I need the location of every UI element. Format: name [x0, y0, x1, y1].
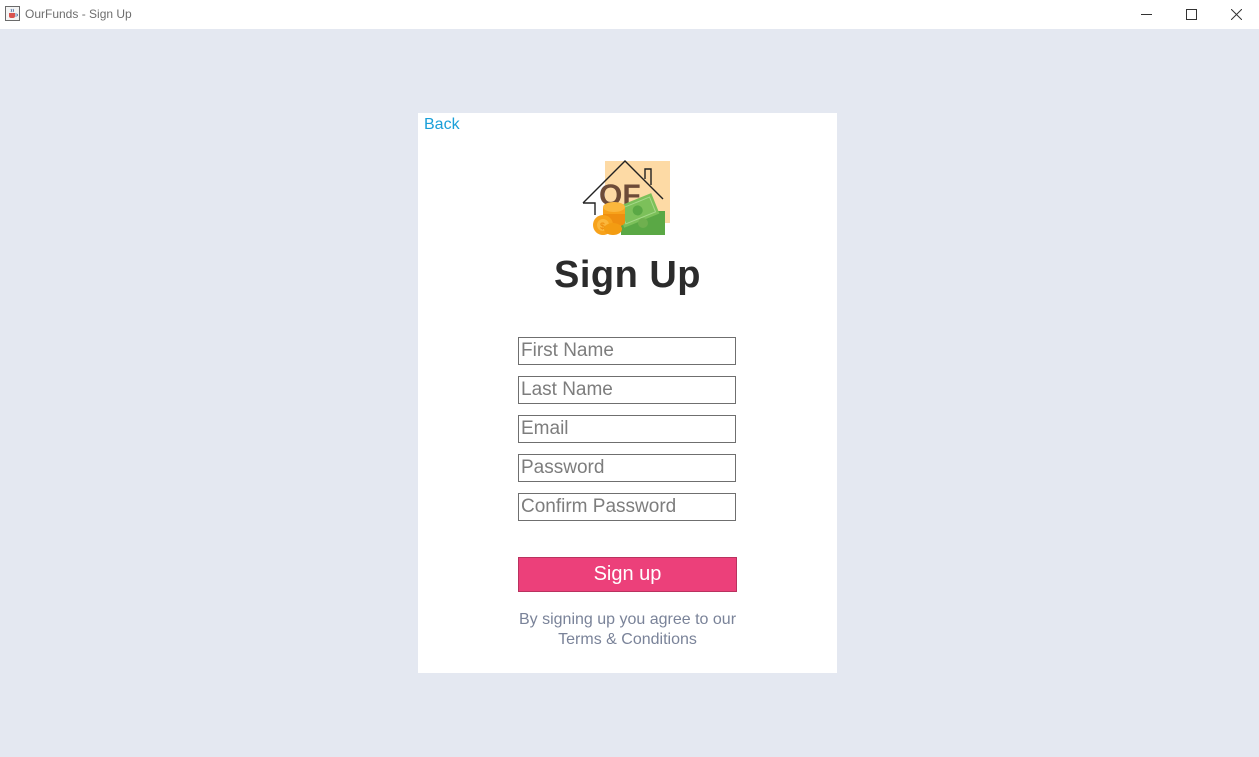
terms-notice: By signing up you agree to our Terms & C…: [418, 610, 837, 650]
password-field[interactable]: [518, 454, 736, 482]
java-cup-icon: [5, 6, 20, 21]
last-name-field[interactable]: [518, 376, 736, 404]
house-money-logo: OF $: [581, 159, 673, 239]
page-title: Sign Up: [553, 254, 702, 296]
terms-conditions-link[interactable]: Terms & Conditions: [418, 630, 837, 650]
email-field[interactable]: [518, 415, 736, 443]
first-name-field[interactable]: [518, 337, 736, 365]
terms-text: By signing up you agree to our: [518, 611, 737, 628]
window-title: OurFunds - Sign Up: [25, 7, 132, 21]
signup-button[interactable]: Sign up: [518, 557, 737, 592]
window-titlebar: OurFunds - Sign Up: [0, 0, 1259, 29]
minimize-icon[interactable]: [1123, 0, 1169, 29]
close-icon[interactable]: [1213, 0, 1259, 29]
back-link[interactable]: Back: [424, 116, 460, 134]
signup-card: Back OF $ Sign Up First Name Last Name E…: [418, 113, 837, 673]
confirm-password-field[interactable]: [518, 493, 736, 521]
maximize-icon[interactable]: [1168, 0, 1214, 29]
